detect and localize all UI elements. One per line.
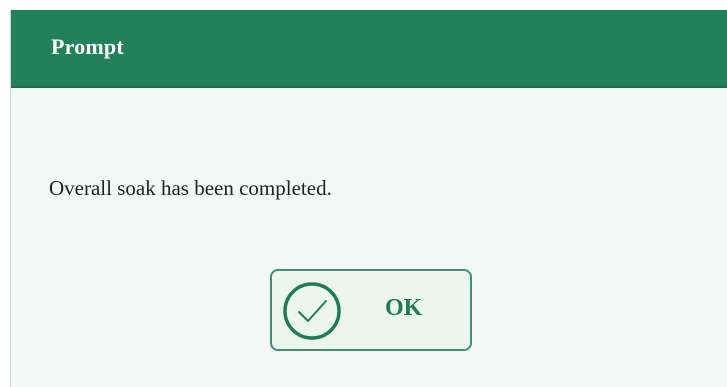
check-circle-icon bbox=[282, 281, 342, 341]
dialog-title: Prompt bbox=[51, 34, 124, 59]
dialog-titlebar: Prompt bbox=[11, 10, 727, 88]
ok-button-label: OK bbox=[385, 295, 423, 321]
ok-button[interactable]: OK bbox=[270, 269, 472, 351]
prompt-dialog: Prompt Overall soak has been completed. … bbox=[10, 10, 727, 387]
dialog-message: Overall soak has been completed. bbox=[49, 176, 332, 200]
